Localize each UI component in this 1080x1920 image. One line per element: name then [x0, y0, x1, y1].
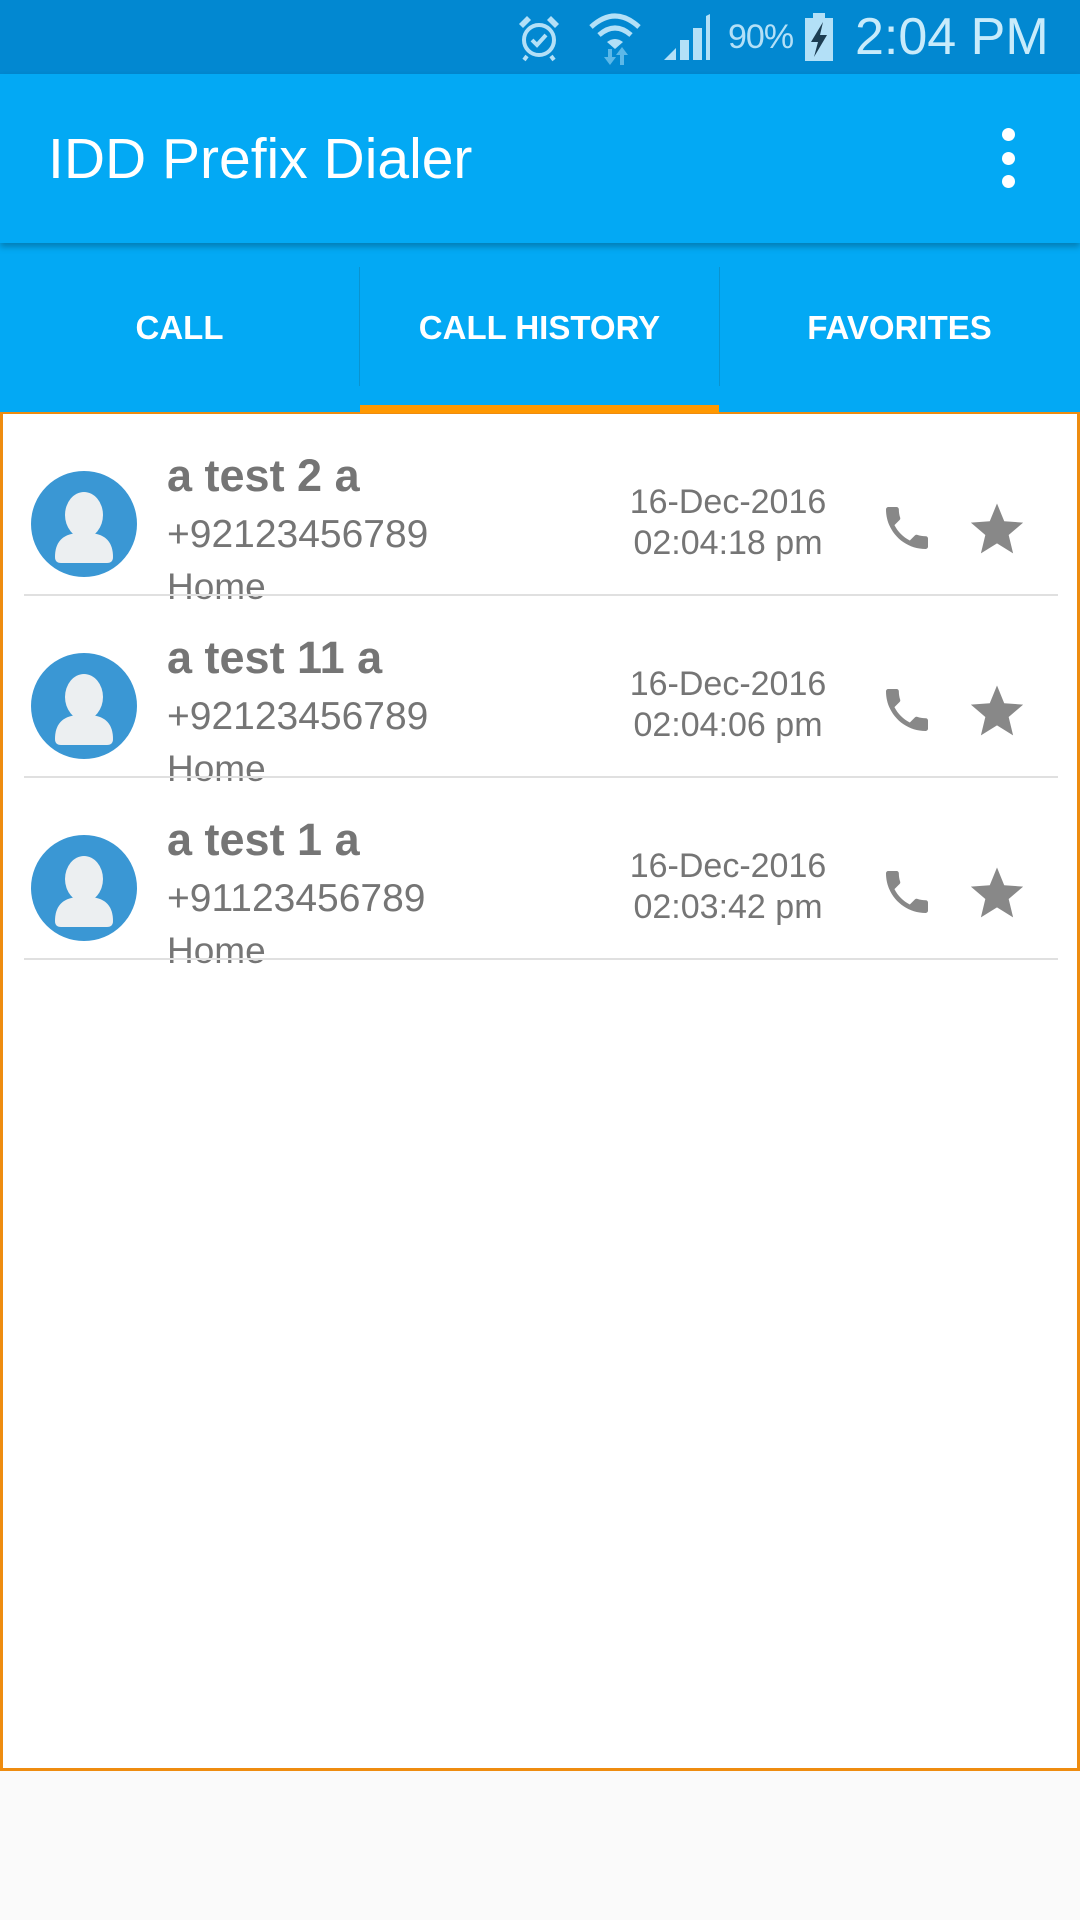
star-icon[interactable] — [965, 678, 1029, 742]
call-datetime: 16-Dec-2016 02:04:06 pm — [623, 664, 833, 746]
call-date: 16-Dec-2016 — [629, 665, 827, 703]
call-date: 16-Dec-2016 — [629, 483, 827, 521]
alarm-icon — [515, 0, 563, 74]
call-history-list: a test 2 a +92123456789 Home 16-Dec-2016… — [0, 411, 1080, 1771]
contact-name: a test 11 a — [167, 632, 383, 683]
contact-avatar-icon — [31, 471, 137, 577]
tab-bar: CALL CALL HISTORY FAVORITES — [0, 243, 1080, 413]
contact-name: a test 2 a — [167, 450, 360, 501]
call-time: 02:04:18 pm — [633, 524, 823, 562]
app-bar: IDD Prefix Dialer — [0, 74, 1080, 243]
call-time: 02:04:06 pm — [633, 706, 823, 744]
contact-name: a test 1 a — [167, 814, 360, 865]
row-divider — [24, 958, 1058, 960]
call-time: 02:03:42 pm — [633, 888, 823, 926]
call-history-item[interactable]: a test 11 a +92123456789 Home 16-Dec-201… — [3, 596, 1077, 789]
contact-number: +92123456789 — [167, 513, 429, 556]
call-datetime: 16-Dec-2016 02:03:42 pm — [623, 846, 833, 928]
call-date: 16-Dec-2016 — [629, 847, 827, 885]
contact-avatar-icon — [31, 835, 137, 941]
battery-charging-icon — [803, 0, 835, 74]
wifi-icon — [588, 0, 642, 74]
overflow-dot — [1001, 128, 1015, 141]
tab-call[interactable]: CALL — [0, 243, 359, 412]
tab-call-history[interactable]: CALL HISTORY — [360, 243, 719, 412]
contact-number: +92123456789 — [167, 695, 429, 738]
number-type: Home — [167, 930, 266, 971]
star-icon[interactable] — [965, 860, 1029, 924]
phone-icon[interactable] — [875, 860, 939, 924]
star-icon[interactable] — [965, 496, 1029, 560]
phone-icon[interactable] — [875, 678, 939, 742]
overflow-dot — [1001, 151, 1015, 165]
tab-favorites[interactable]: FAVORITES — [720, 243, 1079, 412]
call-history-item[interactable]: a test 2 a +92123456789 Home 16-Dec-2016… — [3, 414, 1077, 607]
phone-icon[interactable] — [875, 496, 939, 560]
app-title: IDD Prefix Dialer — [48, 126, 473, 191]
call-datetime: 16-Dec-2016 02:04:18 pm — [623, 482, 833, 564]
overflow-dot — [1001, 175, 1015, 188]
contact-avatar-icon — [31, 653, 137, 759]
clock: 2:04 PM — [855, 8, 1049, 66]
contact-number: +91123456789 — [167, 877, 426, 920]
status-bar: 90% 2:04 PM — [0, 0, 1080, 74]
signal-icon — [662, 0, 712, 74]
selected-tab-indicator — [360, 405, 719, 413]
battery-percent: 90% — [728, 17, 794, 56]
call-history-item[interactable]: a test 1 a +91123456789 Home 16-Dec-2016… — [3, 778, 1077, 971]
more-vert-icon[interactable] — [984, 128, 1032, 188]
